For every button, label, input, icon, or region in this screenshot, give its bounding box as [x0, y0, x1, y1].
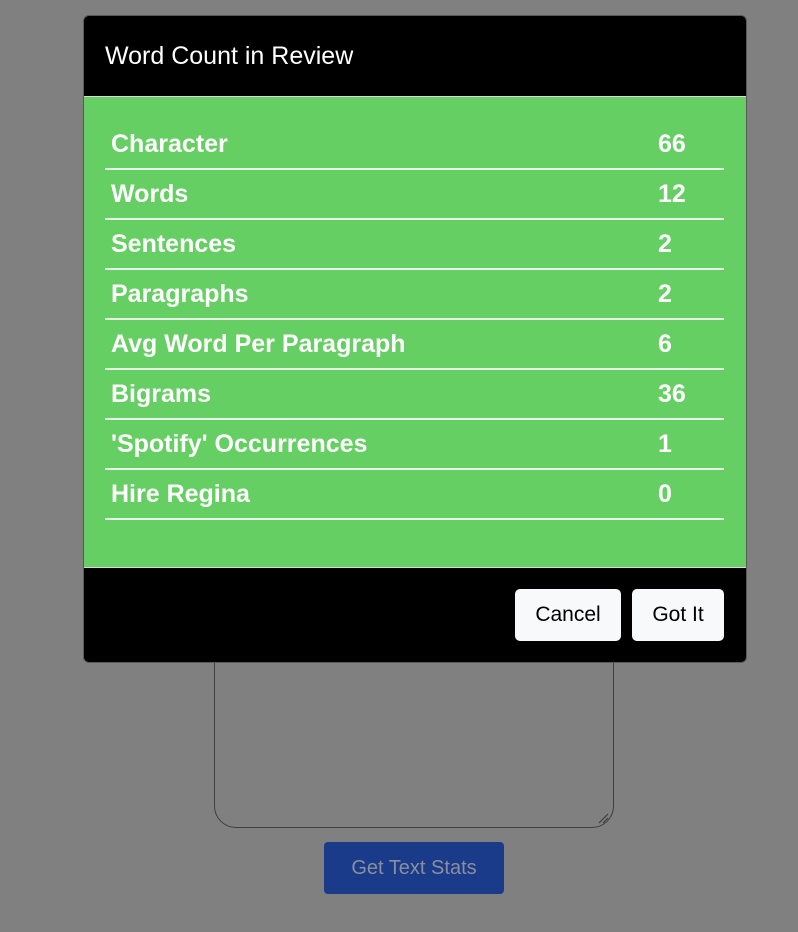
modal-header: Word Count in Review [84, 16, 746, 97]
modal-title: Word Count in Review [105, 41, 354, 70]
stat-value: 2 [654, 269, 724, 320]
resize-grip-icon[interactable] [597, 812, 609, 824]
modal-body: Character 66 Words 12 Sentences 2 Paragraphs 2 A… [84, 97, 746, 568]
stat-label: 'Spotify' Occurrences [105, 419, 654, 470]
stats-row: Paragraphs 2 [105, 269, 724, 320]
stats-row: Words 12 [105, 169, 724, 220]
page: Get Text Stats Word Count in Review Char… [0, 0, 798, 932]
stat-label: Paragraphs [105, 269, 654, 320]
stat-value: 66 [654, 120, 724, 170]
cancel-button[interactable]: Cancel [515, 589, 621, 641]
stat-value: 36 [654, 369, 724, 420]
stat-value: 12 [654, 169, 724, 220]
stats-row: 'Spotify' Occurrences 1 [105, 419, 724, 470]
stats-row: Bigrams 36 [105, 369, 724, 420]
modal-footer: Cancel Got It [84, 568, 746, 662]
stats-row: Character 66 [105, 120, 724, 170]
stat-value: 6 [654, 319, 724, 370]
stats-row: Sentences 2 [105, 219, 724, 270]
stat-label: Character [105, 120, 654, 170]
stats-row: Avg Word Per Paragraph 6 [105, 319, 724, 370]
stats-row: Hire Regina 0 [105, 469, 724, 520]
get-text-stats-button[interactable]: Get Text Stats [324, 842, 504, 894]
stat-label: Bigrams [105, 369, 654, 420]
stats-table: Character 66 Words 12 Sentences 2 Paragraphs 2 A… [105, 120, 724, 520]
stat-label: Words [105, 169, 654, 220]
stat-value: 0 [654, 469, 724, 520]
stat-label: Sentences [105, 219, 654, 270]
stat-value: 1 [654, 419, 724, 470]
word-count-modal: Word Count in Review Character 66 Words 12 S… [83, 15, 747, 663]
got-it-button[interactable]: Got It [632, 589, 724, 641]
stat-label: Avg Word Per Paragraph [105, 319, 654, 370]
stat-label: Hire Regina [105, 469, 654, 520]
stat-value: 2 [654, 219, 724, 270]
